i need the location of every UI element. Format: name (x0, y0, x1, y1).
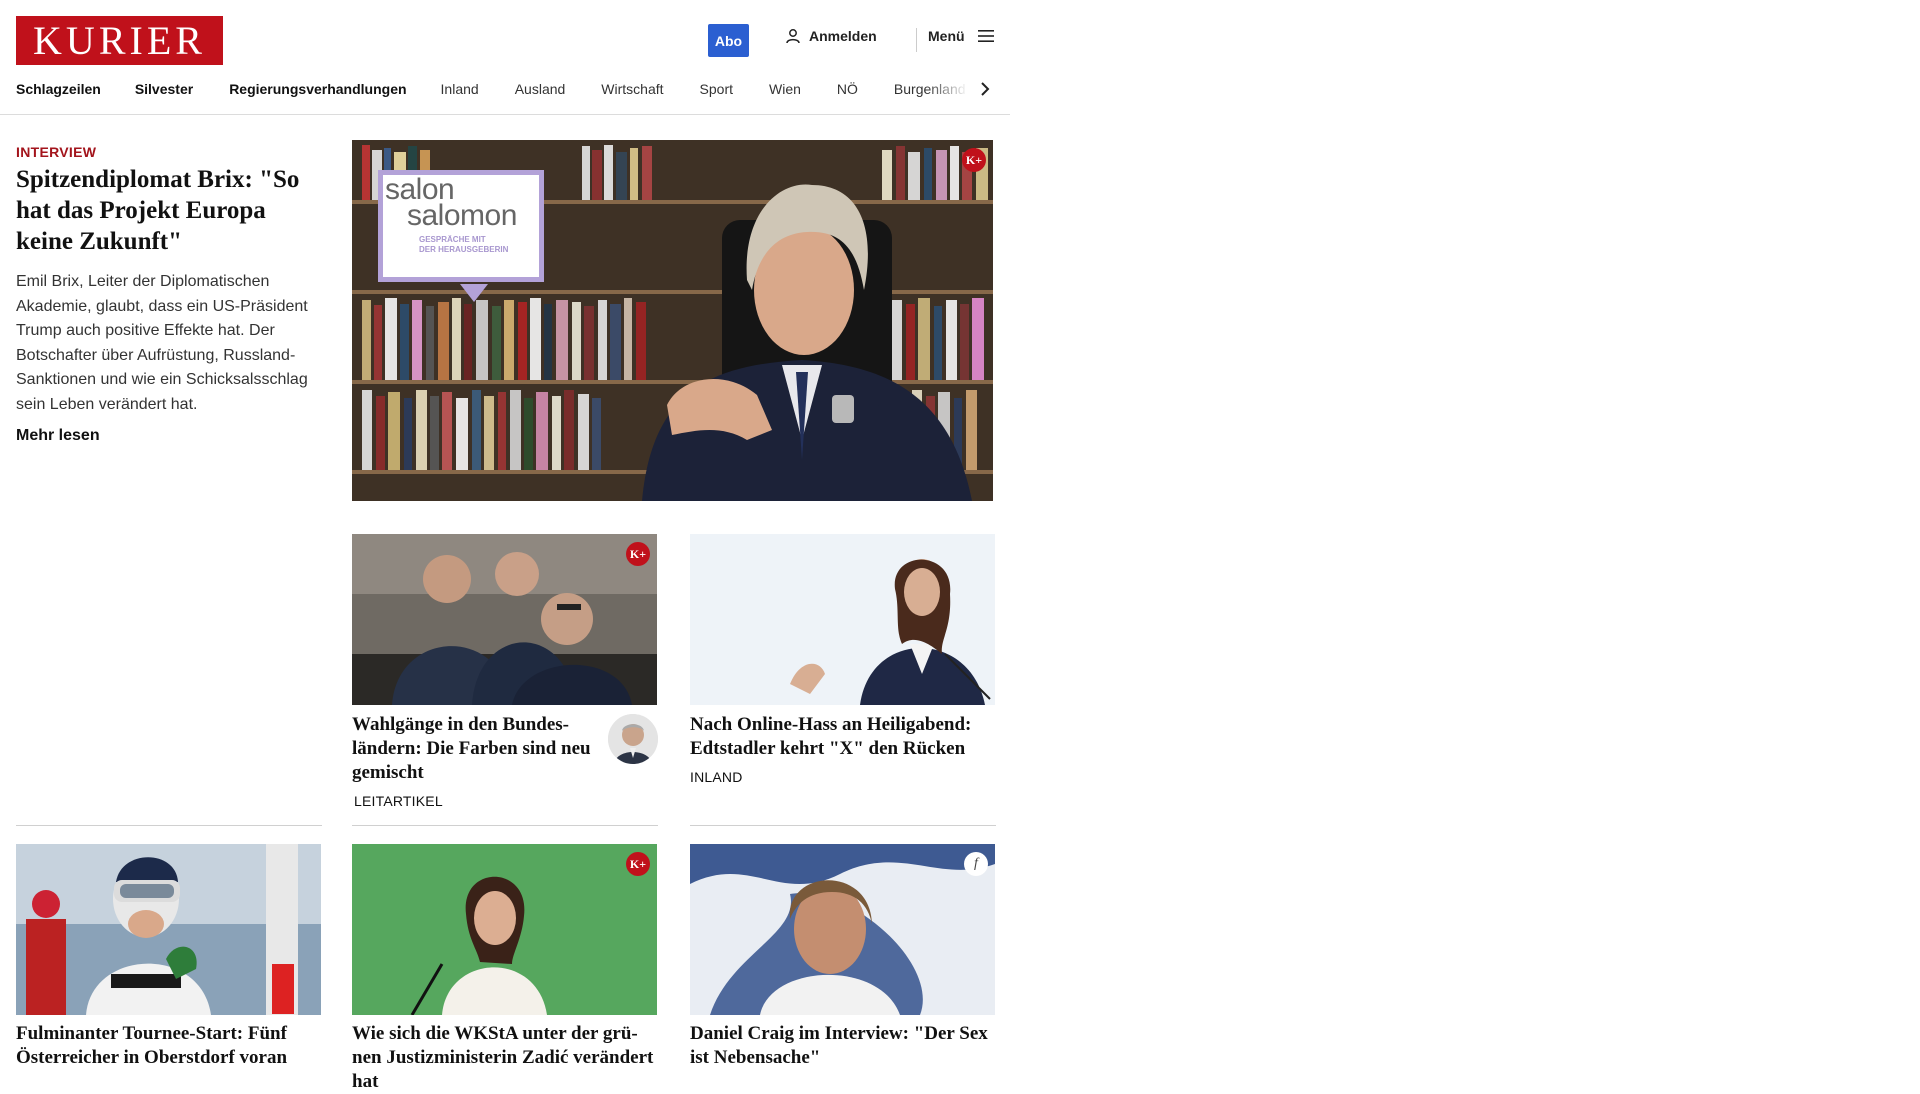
lead-image[interactable]: salon salomon GESPRÄCHE MIT DER HERAUSGE… (352, 140, 993, 501)
nav-item-inland[interactable]: Inland (441, 81, 479, 97)
card-photo-politicians (352, 534, 657, 705)
chevron-right-icon (981, 82, 990, 96)
card-image-wahlgaenge[interactable]: K+ (352, 534, 657, 705)
section-nav: Schlagzeilen Silvester Regierungsverhand… (16, 78, 986, 100)
user-icon (786, 29, 800, 44)
badge-subline-1: GESPRÄCHE MIT (419, 235, 486, 244)
abo-button[interactable]: Abo (708, 24, 749, 57)
login-label: Anmelden (809, 28, 877, 44)
card-photo-skijumper (16, 844, 321, 1015)
card-photo-zadic (352, 844, 657, 1015)
card-image-tournee[interactable] (16, 844, 321, 1015)
logo-text: KURIER (33, 17, 206, 63)
card-image-wksta[interactable]: K+ (352, 844, 657, 1015)
read-more-link[interactable]: Mehr lesen (16, 427, 100, 445)
hamburger-menu-icon (977, 30, 994, 42)
lead-headline[interactable]: Spitzendiplomat Brix: "So hat das Projek… (16, 164, 326, 257)
card-category-leitartikel[interactable]: LEITARTIKEL (354, 793, 443, 809)
card-category-inland[interactable]: INLAND (690, 769, 743, 785)
site-header: KURIER Abo Anmelden Menü Schlagzeilen Si… (0, 0, 1010, 115)
nav-fade (926, 78, 986, 100)
badge-subline-2: DER HERAUSGEBERIN (419, 245, 509, 254)
login-button[interactable]: Anmelden (785, 28, 877, 44)
nav-scroll-button[interactable] (978, 78, 992, 100)
nav-item-noe[interactable]: NÖ (837, 81, 858, 97)
nav-item-ausland[interactable]: Ausland (515, 81, 566, 97)
nav-item-wirtschaft[interactable]: Wirtschaft (601, 81, 663, 97)
card-photo-craig (690, 844, 995, 1015)
card-headline-wksta[interactable]: Wie sich die WKStA unter der grü­nen Jus… (352, 1022, 657, 1094)
kplus-icon: K+ (962, 148, 986, 172)
card-image-craig[interactable]: f (690, 844, 995, 1015)
salon-salomon-badge: salon salomon GESPRÄCHE MIT DER HERAUSGE… (378, 170, 544, 282)
menu-button[interactable]: Menü (928, 28, 995, 44)
card-photo-edtstadler (690, 534, 995, 705)
header-divider (916, 28, 917, 52)
card-headline-tournee[interactable]: Fulminanter Tournee-Start: Fünf Österrei… (16, 1022, 321, 1070)
card-headline-craig[interactable]: Daniel Craig im Interview: "Der Sex ist … (690, 1022, 995, 1070)
kplus-icon: K+ (626, 542, 650, 566)
card-headline-edtstadler[interactable]: Nach Online-Hass an Heiligabend: Edtstad… (690, 713, 995, 761)
row-divider (16, 825, 322, 826)
nav-item-sport[interactable]: Sport (700, 81, 733, 97)
badge-line-salomon: salomon (407, 199, 517, 232)
kplus-icon: K+ (626, 852, 650, 876)
card-headline-wahlgaenge[interactable]: Wahlgänge in den Bundes­ländern: Die Far… (352, 713, 597, 785)
row-divider (690, 825, 996, 826)
lead-teaser: Emil Brix, Leiter der Diplomatischen Aka… (16, 273, 308, 413)
nav-item-schlagzeilen[interactable]: Schlagzeilen (16, 81, 101, 97)
badge-speech-tail (460, 284, 488, 302)
menu-label: Menü (928, 28, 965, 44)
nav-item-regierungsverhandlungen[interactable]: Regierungsverhandlungen (229, 81, 406, 97)
author-avatar (608, 714, 658, 764)
nav-item-wien[interactable]: Wien (769, 81, 801, 97)
card-image-edtstadler[interactable] (690, 534, 995, 705)
nav-item-silvester[interactable]: Silvester (135, 81, 193, 97)
author-portrait (608, 714, 658, 764)
kurier-logo[interactable]: KURIER (16, 16, 223, 65)
row-divider (352, 825, 658, 826)
lead-kicker: INTERVIEW (16, 144, 97, 160)
zeitgeist-icon: f (964, 852, 988, 876)
